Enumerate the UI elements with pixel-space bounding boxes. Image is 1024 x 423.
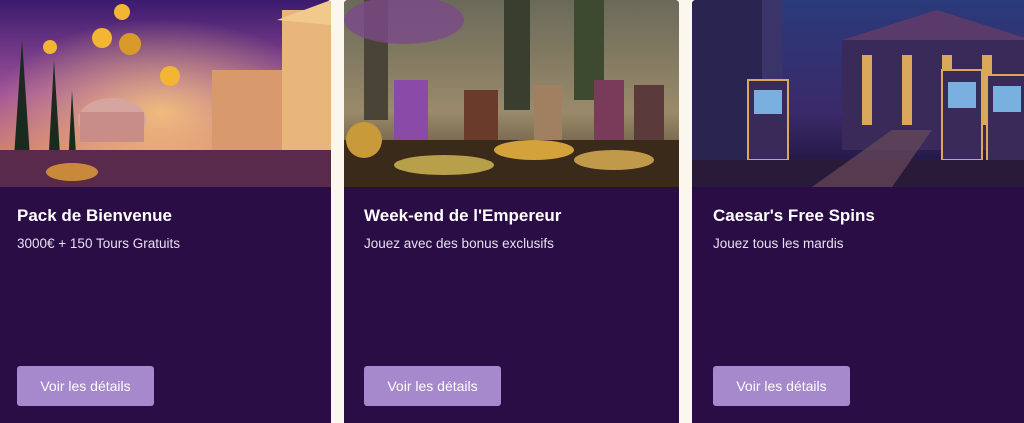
promo-subtitle: 3000€ + 150 Tours Gratuits (17, 236, 180, 251)
promo-title: Caesar's Free Spins (713, 206, 875, 225)
promo-image-roman-feast (344, 0, 679, 187)
view-details-button[interactable]: Voir les détails (713, 366, 850, 406)
promotions-grid: Pack de Bienvenue 3000€ + 150 Tours Grat… (0, 0, 1024, 423)
promo-title: Pack de Bienvenue (17, 206, 172, 225)
promo-subtitle: Jouez tous les mardis (713, 236, 844, 251)
promo-card-free-spins: Caesar's Free Spins Jouez tous les mardi… (692, 0, 1024, 423)
promo-image-slot-palace (692, 0, 1024, 187)
promo-image-rome-coins (0, 0, 331, 187)
promo-card-welcome-pack: Pack de Bienvenue 3000€ + 150 Tours Grat… (0, 0, 331, 423)
promo-subtitle: Jouez avec des bonus exclusifs (364, 236, 554, 251)
view-details-button[interactable]: Voir les détails (364, 366, 501, 406)
promo-title: Week-end de l'Empereur (364, 206, 562, 225)
promo-card-emperor-weekend: Week-end de l'Empereur Jouez avec des bo… (344, 0, 679, 423)
view-details-button[interactable]: Voir les détails (17, 366, 154, 406)
